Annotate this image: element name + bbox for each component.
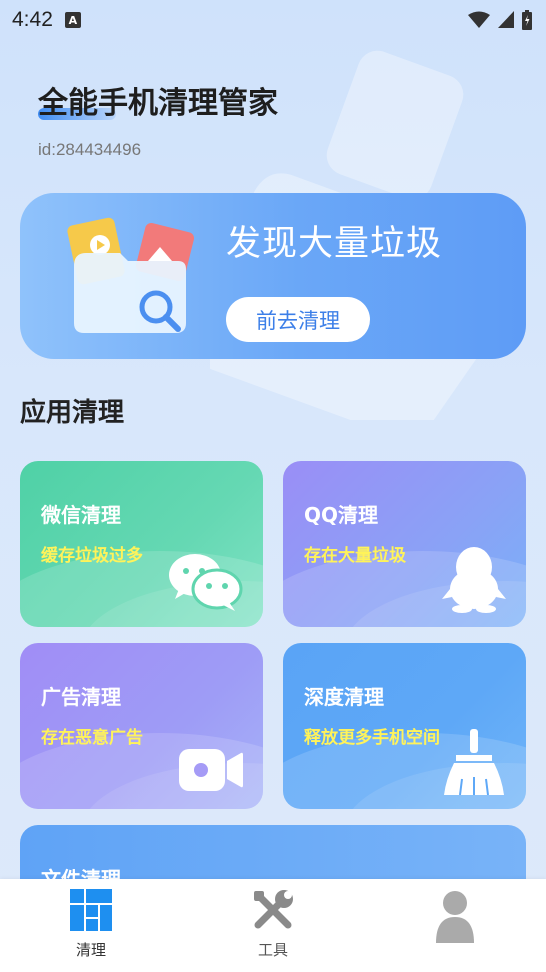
go-clean-button[interactable]: 前去清理 bbox=[226, 297, 370, 342]
card-subtitle: 存在大量垃圾 bbox=[304, 546, 406, 566]
tab-label: 工具 bbox=[257, 941, 288, 959]
card-subtitle: 缓存垃圾过多 bbox=[41, 546, 143, 566]
wechat-clean-card[interactable]: 微信清理 缓存垃圾过多 bbox=[20, 461, 263, 627]
status-bar: 4:42 A bbox=[0, 0, 546, 40]
deep-clean-card[interactable]: 深度清理 释放更多手机空间 bbox=[283, 643, 526, 809]
status-time: 4:42 bbox=[12, 8, 53, 31]
card-subtitle: 释放更多手机空间 bbox=[304, 728, 440, 748]
ad-clean-card[interactable]: 广告清理 存在恶意广告 bbox=[20, 643, 263, 809]
tab-clean[interactable]: 清理 bbox=[31, 879, 151, 960]
grid-icon bbox=[70, 889, 112, 931]
user-avatar-icon bbox=[436, 891, 474, 943]
wechat-icon bbox=[169, 554, 243, 611]
qq-clean-card[interactable]: QQ清理 存在大量垃圾 bbox=[283, 461, 526, 627]
notification-a-icon: A bbox=[64, 12, 81, 28]
cellular-signal-icon bbox=[498, 11, 514, 28]
folder-search-illustration bbox=[67, 217, 195, 333]
bottom-tab-bar: 清理 工具 bbox=[0, 879, 546, 972]
card-title: 广告清理 bbox=[41, 685, 121, 709]
tab-label: 清理 bbox=[75, 941, 106, 959]
card-subtitle: 存在恶意广告 bbox=[41, 728, 143, 748]
tab-tools[interactable]: 工具 bbox=[213, 879, 333, 960]
broom-icon bbox=[444, 729, 504, 795]
junk-banner[interactable]: 发现大量垃圾 前去清理 bbox=[20, 193, 526, 359]
card-title: QQ清理 bbox=[304, 503, 379, 527]
banner-heading: 发现大量垃圾 bbox=[226, 224, 443, 264]
tools-icon bbox=[254, 890, 293, 929]
section-title: 应用清理 bbox=[20, 398, 125, 428]
card-title: 深度清理 bbox=[304, 685, 384, 709]
video-camera-icon bbox=[179, 749, 243, 791]
tab-profile[interactable] bbox=[395, 879, 515, 953]
card-title: 微信清理 bbox=[41, 503, 121, 527]
battery-icon bbox=[522, 10, 532, 30]
wifi-icon bbox=[468, 11, 490, 28]
qq-penguin-icon bbox=[442, 547, 506, 613]
app-title: 全能手机清理管家 bbox=[38, 86, 278, 121]
user-id: id:284434496 bbox=[38, 140, 142, 159]
